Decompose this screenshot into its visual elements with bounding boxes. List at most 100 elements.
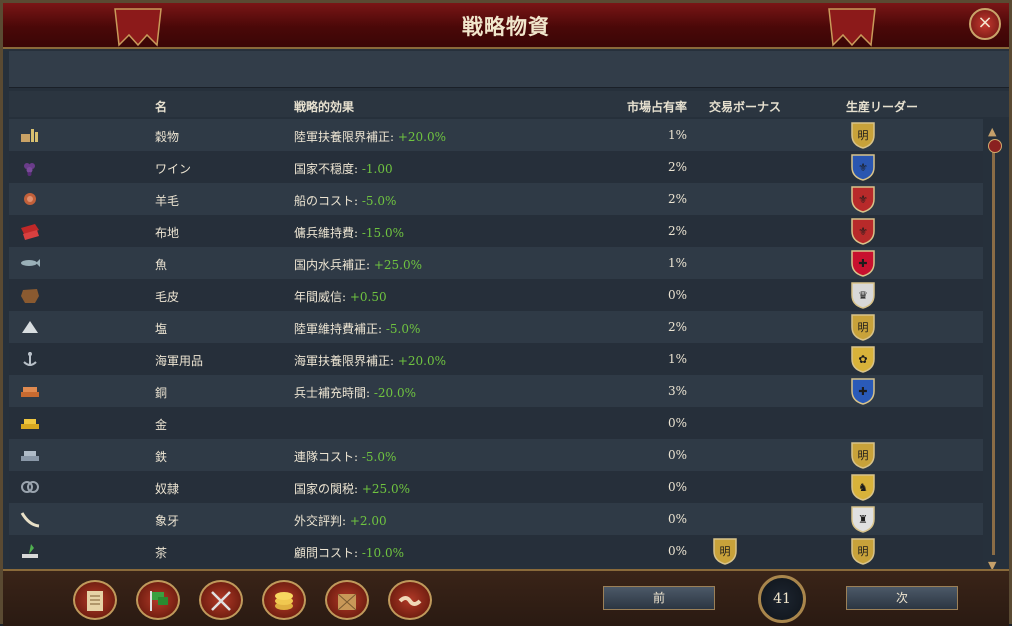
flags-icon [150, 591, 168, 611]
good-effect: 国内水兵補正: +25.0% [294, 256, 422, 273]
crate-icon [337, 593, 357, 611]
effect-value: +2.00 [349, 514, 387, 528]
table-row[interactable]: 茶 顧問コスト: -10.0% 0% 明 明 [9, 535, 983, 567]
table-row[interactable]: 奴隷 国家の関税: +25.0% 0% ♞ [9, 471, 983, 503]
svg-text:明: 明 [858, 449, 869, 462]
market-share: 1% [667, 128, 687, 142]
effect-value: +0.50 [349, 290, 387, 304]
table-row[interactable]: 魚 国内水兵補正: +25.0% 1% ✚ [9, 247, 983, 279]
effect-label: 陸軍維持費補正: [294, 322, 386, 336]
effect-label: 連隊コスト: [294, 450, 362, 464]
country-shield-icon[interactable]: ⚜ [851, 186, 875, 213]
header-effect[interactable]: 戦略的効果 [294, 98, 354, 115]
tab-crossed-swords[interactable] [199, 580, 243, 620]
country-shield-icon[interactable]: ⚜ [851, 154, 875, 181]
effect-label: 陸軍扶養限界補正: [294, 130, 398, 144]
market-share: 3% [667, 384, 687, 398]
header-trade-bonus[interactable]: 交易ボーナス [709, 98, 781, 115]
good-effect: 顧問コスト: -10.0% [294, 544, 404, 561]
effect-label: 船のコスト: [294, 194, 362, 208]
grain-icon [21, 129, 38, 142]
country-shield-icon[interactable]: ♞ [851, 474, 875, 501]
effect-label: 国家不穏度: [294, 162, 362, 176]
effect-label: 国家の関税: [294, 482, 362, 496]
wool-icon [24, 193, 36, 205]
market-share: 0% [667, 288, 687, 302]
svg-text:⚜: ⚜ [858, 161, 868, 174]
good-effect: 連隊コスト: -5.0% [294, 448, 396, 465]
good-effect: 兵士補充時間: -20.0% [294, 384, 416, 401]
country-shield-icon[interactable]: ✚ [851, 378, 875, 405]
good-name: 穀物 [155, 130, 180, 144]
scrollbar[interactable]: ▲ ▼ [987, 125, 1002, 573]
next-page-button[interactable]: 次 [846, 586, 958, 610]
tab-crate[interactable] [325, 580, 369, 620]
good-name: 毛皮 [155, 290, 180, 304]
market-share: 2% [667, 224, 687, 238]
salt-icon [22, 321, 38, 333]
ledger-icon [87, 591, 103, 611]
table-row[interactable]: ワイン 国家不穏度: -1.00 2% ⚜ [9, 151, 983, 183]
table-row[interactable]: 布地 傭兵維持費: -15.0% 2% ⚜ [9, 215, 983, 247]
table-row[interactable]: 羊毛 船のコスト: -5.0% 2% ⚜ [9, 183, 983, 215]
good-name: 布地 [155, 226, 180, 240]
window-title: 戦略物資 [462, 14, 550, 39]
country-shield-icon[interactable]: 明 [851, 442, 875, 469]
page-number: 41 [758, 575, 806, 623]
close-icon[interactable]: × [969, 8, 1001, 40]
svg-text:明: 明 [858, 321, 869, 334]
table-row[interactable]: 塩 陸軍維持費補正: -5.0% 2% 明 [9, 311, 983, 343]
table-row[interactable]: 穀物 陸軍扶養限界補正: +20.0% 1% 明 [9, 119, 983, 151]
good-name: 奴隷 [155, 482, 180, 496]
filter-bar [9, 51, 1009, 88]
effect-value: +25.0% [373, 258, 423, 272]
gold-icon [21, 419, 39, 429]
ivory-icon [20, 512, 40, 528]
trade-bonus-shield-icon[interactable]: 明 [713, 538, 737, 565]
scroll-up-icon[interactable]: ▲ [988, 125, 996, 138]
effect-value: +25.0% [361, 482, 411, 496]
market-share: 1% [667, 352, 687, 366]
coins-icon [275, 592, 293, 610]
table-row[interactable]: 海軍用品 海軍扶養限界補正: +20.0% 1% ✿ [9, 343, 983, 375]
iron-icon [21, 451, 39, 461]
country-shield-icon[interactable]: 明 [851, 122, 875, 149]
good-effect: 国家の関税: +25.0% [294, 480, 410, 497]
tab-ledger[interactable] [73, 580, 117, 620]
good-effect: 船のコスト: -5.0% [294, 192, 396, 209]
country-shield-icon[interactable]: 明 [851, 314, 875, 341]
good-name: 魚 [155, 258, 168, 272]
table-row[interactable]: 鉄 連隊コスト: -5.0% 0% 明 [9, 439, 983, 471]
good-name: 海軍用品 [155, 354, 204, 368]
trade-goods-window: 戦略物資 × 名 戦略的効果 市場占有率 交易ボーナス 生産リーダー 穀物 陸軍扶… [0, 0, 1012, 626]
country-shield-icon[interactable]: ♛ [851, 282, 875, 309]
good-name: 塩 [155, 322, 168, 336]
table-row[interactable]: 銅 兵士補充時間: -20.0% 3% ✚ [9, 375, 983, 407]
prev-page-button[interactable]: 前 [603, 586, 715, 610]
effect-value: -20.0% [373, 386, 417, 400]
tab-handshake[interactable] [388, 580, 432, 620]
table-row[interactable]: 金 0% [9, 407, 983, 439]
country-shield-icon[interactable]: ✿ [851, 346, 875, 373]
header-production-leader[interactable]: 生産リーダー [846, 98, 918, 115]
country-shield-icon[interactable]: ✚ [851, 250, 875, 277]
effect-label: 兵士補充時間: [294, 386, 374, 400]
naval-supplies-icon [23, 352, 37, 366]
country-shield-icon[interactable]: ⚜ [851, 218, 875, 245]
market-share: 2% [667, 320, 687, 334]
table-row[interactable]: 毛皮 年間威信: +0.50 0% ♛ [9, 279, 983, 311]
table-row[interactable]: 象牙 外交評判: +2.00 0% ♜ [9, 503, 983, 535]
scroll-track[interactable] [992, 147, 995, 555]
good-name: 金 [155, 418, 168, 432]
scroll-thumb[interactable] [988, 139, 1002, 153]
tea-icon [22, 544, 38, 558]
svg-text:⚜: ⚜ [858, 225, 868, 238]
header-market-share[interactable]: 市場占有率 [627, 98, 687, 115]
header-name[interactable]: 名 [155, 98, 167, 115]
table-header: 名 戦略的効果 市場占有率 交易ボーナス 生産リーダー [9, 91, 1009, 117]
country-shield-icon[interactable]: 明 [851, 538, 875, 565]
tab-flags[interactable] [136, 580, 180, 620]
bottom-bar: 前 41 次 [3, 569, 1009, 626]
tab-coins[interactable] [262, 580, 306, 620]
country-shield-icon[interactable]: ♜ [851, 506, 875, 533]
